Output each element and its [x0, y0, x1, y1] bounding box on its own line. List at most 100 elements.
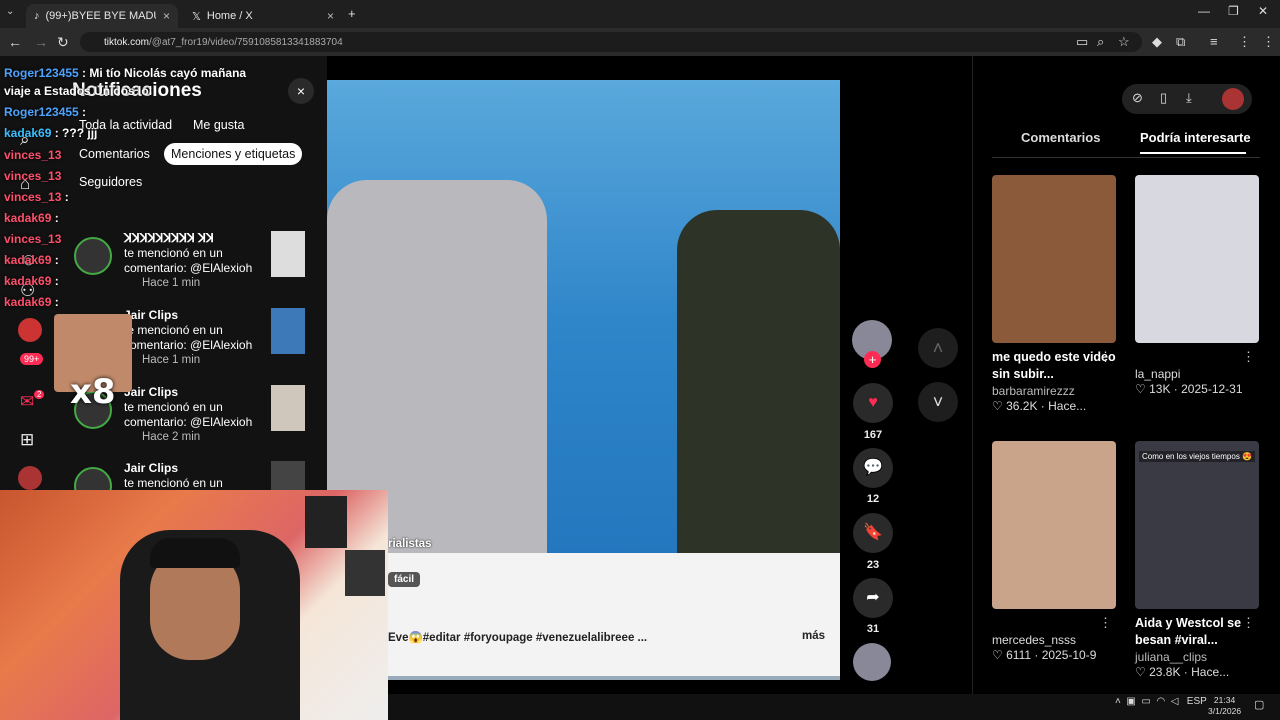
tiktok-icon: ♪ — [34, 10, 40, 22]
messages-icon[interactable]: ✉ — [20, 392, 34, 412]
card-author[interactable]: la_nappi — [1135, 367, 1259, 381]
comment-icon[interactable]: 💬 — [853, 448, 893, 488]
zoom-icon[interactable]: ⌕ — [1097, 34, 1104, 50]
chat-user: vinces_13 — [4, 169, 62, 183]
volume-icon[interactable]: ◁ — [1171, 696, 1179, 707]
upload-icon[interactable]: ⊞ — [20, 430, 34, 450]
recommended-card[interactable]: ⋮ la_nappi ♡ 13K · 2025-12-31 — [1135, 175, 1259, 396]
messages-badge: 2 — [34, 390, 45, 399]
recommended-card[interactable]: Como en los viejos tiempos 😍 ⋮ Aida y We… — [1135, 441, 1259, 679]
previous-video-button[interactable]: ˄ — [918, 328, 958, 368]
card-thumbnail[interactable] — [1135, 175, 1259, 343]
card-thumbnail[interactable] — [992, 441, 1116, 609]
share-icon[interactable]: ➦ — [853, 578, 893, 618]
card-author[interactable]: juliana__clips — [1135, 650, 1259, 664]
cast-icon[interactable]: ▭ — [1076, 34, 1088, 50]
puzzle-icon[interactable]: ⧉ — [1176, 34, 1185, 50]
forward-icon[interactable]: → — [34, 34, 48, 50]
phone-icon[interactable]: ▯ — [1160, 90, 1167, 106]
webcam-overlay — [0, 490, 388, 720]
notification-badge: 99+ — [20, 353, 44, 365]
card-author[interactable]: barbaramirezzz — [992, 384, 1116, 398]
heart-icon: ♡ — [992, 399, 1003, 413]
notification-text: te mencionó en un comentario: @ElAlexioh — [124, 400, 253, 429]
tab-search-icon[interactable]: ⌄ — [6, 6, 14, 17]
clock[interactable]: 21:34 3/1/2026 — [1208, 695, 1241, 717]
chat-message: ??? jjj — [62, 126, 98, 140]
reload-icon[interactable]: ↻ — [57, 34, 69, 51]
video-thumbnail[interactable] — [271, 231, 305, 277]
card-meta: 36.2K · Hace... — [1006, 399, 1087, 413]
more-options-icon[interactable]: ⋮ — [1242, 349, 1255, 365]
media-icon[interactable]: ≡ — [1210, 34, 1218, 49]
more-options-icon[interactable]: ⋮ — [1099, 349, 1112, 365]
compass-icon[interactable]: ⊘ — [1132, 90, 1143, 106]
video-thumbnail[interactable] — [271, 461, 305, 490]
notification-name: Jair Clips — [124, 385, 179, 399]
card-thumbnail[interactable]: Como en los viejos tiempos 😍 — [1135, 441, 1259, 609]
tab-tiktok[interactable]: ♪ (99+)BYEE BYE MADURO BYE B × — [26, 4, 178, 28]
video-hashtags[interactable]: Eve😱#editar #foryoupage #venezuelalibree… — [388, 630, 647, 644]
tab-recommended[interactable]: Podría interesarte — [1140, 130, 1251, 145]
recommended-card[interactable]: ⋮ me quedo este video sin subir... barba… — [992, 175, 1116, 413]
tab-x-home[interactable]: 𝕏 Home / X × — [184, 4, 342, 28]
poster — [345, 550, 385, 596]
maximize-button[interactable]: ❐ — [1228, 4, 1239, 18]
user-avatar[interactable] — [1222, 88, 1244, 110]
progress-bar[interactable] — [327, 676, 840, 680]
video-tag[interactable]: fácil — [388, 572, 421, 587]
card-title[interactable]: me quedo este video sin subir... — [992, 349, 1116, 383]
card-meta: 6111 · 2025-10-9 — [1006, 648, 1097, 662]
notification-center-icon[interactable]: ▢ — [1254, 698, 1264, 711]
chat-user: kadak69 — [4, 253, 52, 267]
card-thumbnail[interactable] — [992, 175, 1116, 343]
bookmark-icon[interactable]: 🔖 — [853, 513, 893, 553]
profile-avatar[interactable] — [18, 466, 42, 490]
system-tray: ˄ ▣ ▭ ◠ ◁ ESP — [1115, 696, 1207, 707]
chat-user: vinces_13 — [4, 148, 62, 162]
share-count: 31 — [866, 623, 880, 635]
live-avatar[interactable] — [18, 318, 42, 342]
notification-item[interactable]: Jair Clips te mencionó en un — [72, 461, 317, 490]
tab-label: (99+)BYEE BYE MADURO BYE B — [45, 10, 156, 22]
close-icon[interactable]: × — [163, 9, 170, 23]
wifi-icon[interactable]: ◠ — [1156, 696, 1165, 707]
like-icon[interactable]: ♥ — [853, 383, 893, 423]
chat-message: Mi tío Nicolás cayó mañana — [89, 66, 247, 80]
divider — [992, 157, 1260, 158]
battery-icon[interactable]: ▭ — [1141, 696, 1150, 707]
extension-icon[interactable]: ◆ — [1152, 34, 1162, 50]
music-disc-icon[interactable] — [853, 643, 891, 681]
more-options-icon[interactable]: ⋮ — [1242, 615, 1255, 631]
next-video-button[interactable]: ˅ — [918, 382, 958, 422]
menu-more-icon[interactable]: ⋮ — [1262, 34, 1275, 50]
download-icon[interactable]: ⤓ — [1186, 90, 1192, 106]
notification-name: Jair Clips — [124, 461, 179, 475]
tab-comments[interactable]: Comentarios — [1021, 130, 1100, 145]
video-thumbnail[interactable] — [271, 308, 305, 354]
cap — [150, 538, 240, 568]
network-icon[interactable]: ▣ — [1126, 696, 1135, 707]
video-thumbnail[interactable] — [271, 385, 305, 431]
close-window-button[interactable]: ✕ — [1258, 4, 1268, 18]
card-author[interactable]: mercedes_nsss — [992, 633, 1116, 647]
tray-chevron-icon[interactable]: ˄ — [1115, 696, 1121, 707]
x-logo-icon: 𝕏 — [192, 10, 201, 23]
avatar — [74, 467, 112, 490]
recommended-card[interactable]: ⋮ mercedes_nsss ♡ 6111 · 2025-10-9 — [992, 441, 1116, 662]
follow-plus-icon[interactable]: + — [864, 351, 881, 368]
language-indicator[interactable]: ESP — [1187, 696, 1207, 707]
menu-dots-icon[interactable]: ⋮ — [1238, 34, 1251, 50]
close-notifications-button[interactable]: × — [288, 78, 314, 104]
back-icon[interactable]: ← — [8, 34, 22, 50]
close-icon[interactable]: × — [327, 9, 334, 23]
more-link[interactable]: más — [802, 630, 825, 642]
person-right — [677, 210, 840, 580]
more-options-icon[interactable]: ⋮ — [1099, 615, 1112, 631]
notification-time: Hace 1 min — [142, 354, 201, 366]
url-field[interactable]: tiktok.com/@at7_fror19/video/75910858133… — [80, 32, 1142, 52]
minimize-button[interactable]: — — [1198, 4, 1210, 18]
star-icon[interactable]: ☆ — [1118, 34, 1130, 50]
card-title[interactable]: Aida y Westcol se besan #viral... — [1135, 615, 1259, 649]
new-tab-button[interactable]: + — [348, 6, 356, 21]
